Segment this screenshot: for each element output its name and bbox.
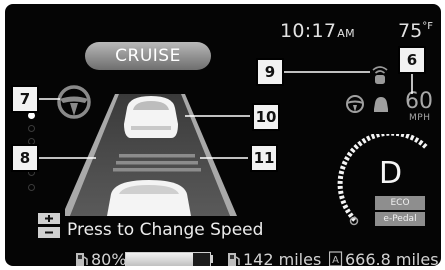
callout-7: 7 (11, 85, 39, 113)
callout-11: 11 (250, 144, 278, 172)
callout-9: 9 (256, 58, 284, 86)
callout-8: 8 (11, 144, 39, 172)
callout-leaders (33, 71, 413, 159)
callout-10: 10 (252, 103, 280, 131)
callout-6: 6 (398, 46, 426, 74)
figure-canvas: 10:17AM 75°F CRUISE 60 MPH D ECO e-Pedal… (0, 0, 445, 270)
